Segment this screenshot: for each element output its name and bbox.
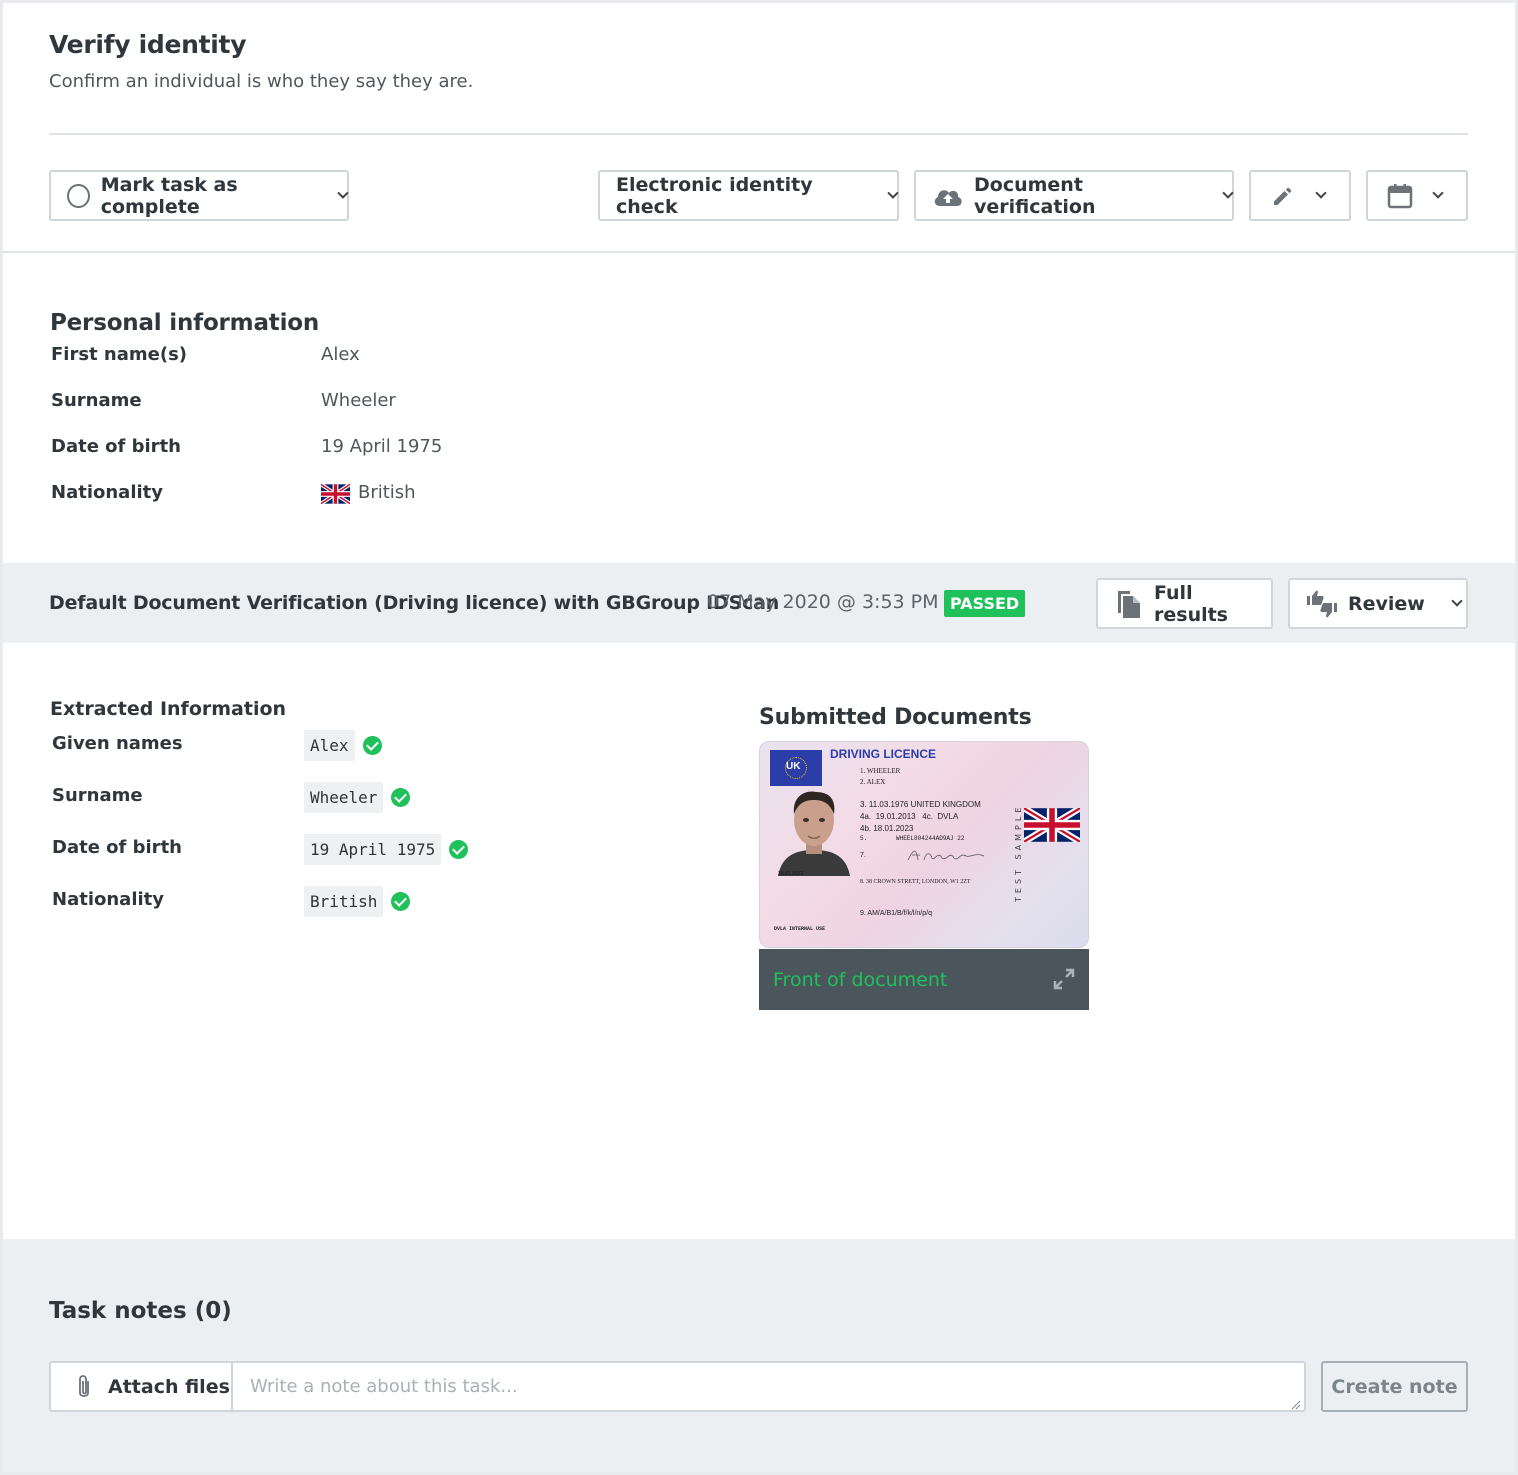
document-caption: Front of document xyxy=(773,968,948,991)
licence-footer: DVLA INTERNAL USE xyxy=(774,926,826,932)
extracted-dob-field: 19 April 1975 xyxy=(304,834,469,865)
header-divider xyxy=(49,133,1468,135)
first-name-label: First name(s) xyxy=(51,344,188,365)
full-results-button[interactable]: Full results xyxy=(1096,578,1273,629)
licence-line5: 5. WHEEL804244AD9AJ 22 xyxy=(860,835,965,842)
chevron-down-icon xyxy=(1432,187,1444,199)
eu-flag-icon: UK xyxy=(770,750,822,786)
extracted-surname-value: Wheeler xyxy=(304,782,384,813)
uk-flag-icon xyxy=(319,482,352,506)
chevron-down-icon xyxy=(1222,187,1234,199)
licence-photo xyxy=(778,784,850,876)
surname-label: Surname xyxy=(51,390,142,411)
create-note-button[interactable]: Create note xyxy=(1321,1361,1468,1412)
licence-line4b: 4b. 18.01.2023 xyxy=(860,824,914,833)
extracted-surname-label: Surname xyxy=(52,785,143,806)
note-textarea[interactable]: Write a note about this task... xyxy=(231,1361,1306,1412)
check-title: Default Document Verification (Driving l… xyxy=(49,592,780,614)
personal-info-heading: Personal information xyxy=(50,310,320,336)
mark-complete-label: Mark task as complete xyxy=(100,173,238,218)
nationality-value: British xyxy=(358,482,416,503)
mark-complete-button[interactable]: Mark task as complete xyxy=(49,170,349,221)
signature-image xyxy=(906,846,986,864)
page-subtitle: Confirm an individual is who they say th… xyxy=(49,71,474,92)
surname-value: Wheeler xyxy=(321,390,396,411)
document-caption-bar: Front of document xyxy=(759,949,1089,1010)
dob-label: Date of birth xyxy=(51,436,181,457)
create-note-label: Create note xyxy=(1331,1375,1458,1398)
attach-files-label: Attach files xyxy=(108,1375,230,1398)
licence-title: DRIVING LICENCE xyxy=(830,747,937,761)
photo-date: 18.01.2023 xyxy=(778,871,804,877)
task-notes-section xyxy=(3,1239,1515,1472)
document-copy-icon xyxy=(1116,589,1142,619)
chevron-down-icon xyxy=(337,187,349,199)
licence-line8: 8. 38 CROWN STRETT, LONDON, W1 2ZT xyxy=(860,879,971,885)
test-sample-text: TEST SAMPLE xyxy=(1014,803,1023,902)
electronic-check-label: Electronic identity check xyxy=(616,173,813,218)
licence-line3: 3. 11.03.1976 UNITED KINGDOM xyxy=(860,800,981,809)
check-date: 07 May 2020 @ 3:53 PM xyxy=(707,591,939,613)
licence-line4a: 4a. 19.01.2013 4c. DVLA xyxy=(860,812,959,821)
extracted-nationality-field: British xyxy=(304,886,411,917)
dob-value: 19 April 1975 xyxy=(321,436,443,457)
page-title: Verify identity xyxy=(49,30,247,59)
extracted-nationality-label: Nationality xyxy=(52,889,164,910)
cloud-upload-icon xyxy=(932,185,964,207)
licence-line1: 1. WHEELER xyxy=(860,767,901,775)
review-button[interactable]: Review xyxy=(1288,578,1468,629)
extracted-dob-label: Date of birth xyxy=(52,837,182,858)
check-circle-icon xyxy=(391,892,411,911)
resize-handle-icon[interactable] xyxy=(1289,1395,1301,1410)
extracted-info-heading: Extracted Information xyxy=(50,698,287,720)
extracted-dob-value: 19 April 1975 xyxy=(304,834,442,865)
check-circle-icon xyxy=(362,736,382,755)
calendar-icon xyxy=(1386,182,1414,210)
licence-line2: 2. ALEX xyxy=(860,778,886,786)
licence-line9: 9. AM/A/B1/B/f/k/l/n/p/q xyxy=(860,910,932,917)
toolbar-divider xyxy=(3,251,1515,253)
status-badge: PASSED xyxy=(944,590,1026,617)
chevron-down-icon xyxy=(1451,595,1463,607)
check-circle-icon xyxy=(391,788,411,807)
first-name-value: Alex xyxy=(321,344,360,365)
expand-icon[interactable] xyxy=(1053,968,1075,990)
extracted-nationality-value: British xyxy=(304,886,384,917)
task-notes-heading: Task notes (0) xyxy=(49,1298,232,1324)
pencil-icon xyxy=(1271,184,1295,208)
submitted-documents-heading: Submitted Documents xyxy=(759,705,1032,730)
edit-menu-button[interactable] xyxy=(1249,170,1351,221)
calendar-menu-button[interactable] xyxy=(1366,170,1468,221)
document-verification-label: Document verification xyxy=(974,173,1096,218)
check-circle-icon xyxy=(449,840,469,859)
document-verification-button[interactable]: Document verification xyxy=(914,170,1234,221)
given-names-label: Given names xyxy=(52,733,183,754)
licence-line7: 7. xyxy=(860,852,866,859)
given-names-field: Alex xyxy=(304,730,382,761)
uk-flag-icon xyxy=(1022,805,1082,845)
chevron-down-icon xyxy=(887,187,899,199)
review-label: Review xyxy=(1348,592,1425,615)
given-names-value: Alex xyxy=(304,730,355,761)
thumbs-up-down-icon xyxy=(1306,590,1338,618)
chevron-down-icon xyxy=(1315,187,1327,199)
electronic-identity-check-button[interactable]: Electronic identity check xyxy=(598,170,899,221)
nationality-label: Nationality xyxy=(51,482,163,503)
full-results-label: Full results xyxy=(1154,581,1228,626)
country-code: UK xyxy=(786,761,801,772)
note-placeholder: Write a note about this task... xyxy=(250,1376,518,1397)
extracted-surname-field: Wheeler xyxy=(304,782,411,813)
paperclip-icon xyxy=(75,1373,93,1401)
attach-files-button[interactable]: Attach files xyxy=(49,1361,233,1412)
circle-icon xyxy=(67,183,90,208)
driving-licence-image[interactable]: UK DRIVING LICENCE 1. WHEELER 2. ALEX 3.… xyxy=(759,741,1089,948)
